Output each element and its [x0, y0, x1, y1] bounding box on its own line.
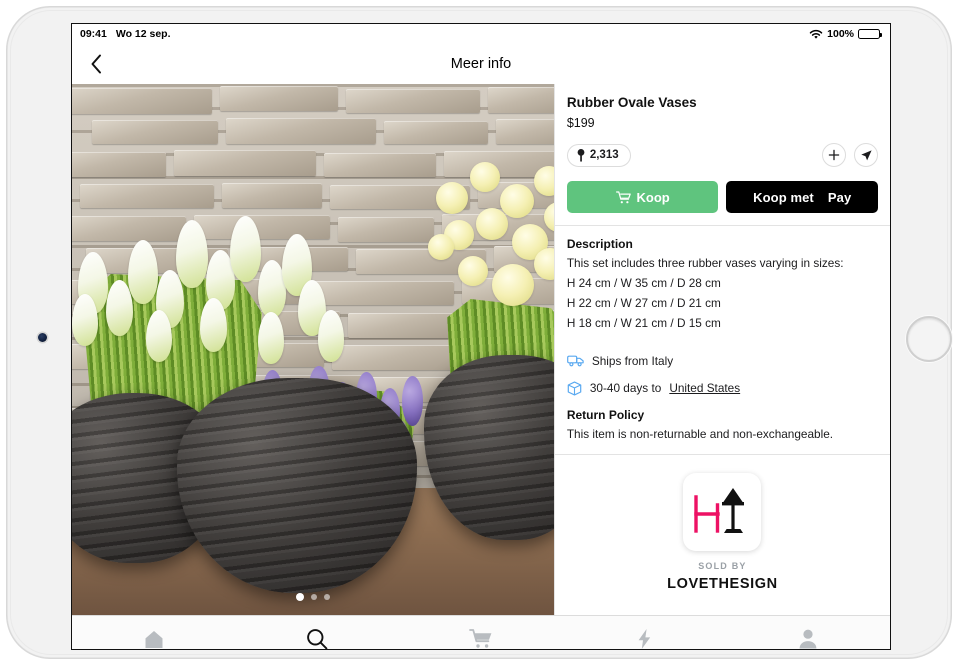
description-heading: Description: [566, 237, 633, 251]
return-policy-text: This item is non-returnable and non-exch…: [566, 426, 834, 441]
box-icon: [567, 381, 582, 396]
gallery-page-dots[interactable]: [72, 593, 554, 601]
buy-button[interactable]: Koop: [566, 181, 719, 213]
status-bar: 09:41 Wo 12 sep. 100%: [72, 24, 890, 44]
sold-by-label: SOLD BY: [698, 560, 747, 571]
description-line: H 24 cm / W 35 cm / D 28 cm: [566, 275, 721, 290]
product-gallery[interactable]: [72, 84, 554, 615]
product-meta-row: 2,313: [566, 143, 878, 167]
front-camera: [38, 333, 47, 342]
cart-icon: [615, 190, 631, 203]
chevron-left-icon: [91, 54, 101, 74]
destination-link[interactable]: United States: [669, 381, 740, 395]
cart-icon: [469, 629, 492, 648]
gallery-dot[interactable]: [310, 594, 317, 600]
delivery-estimate-row: 30-40 days to United States: [567, 381, 878, 396]
tab-cart[interactable]: [399, 616, 563, 649]
return-policy-heading: Return Policy: [566, 407, 645, 422]
description-line: H 22 cm / W 27 cm / D 21 cm: [566, 295, 721, 310]
ships-from-row: Ships from Italy: [566, 353, 878, 368]
seller-logo: [683, 472, 762, 551]
apple-pay-button[interactable]: Koop met Pay: [726, 181, 879, 213]
like-count-badge[interactable]: 2,313: [566, 143, 631, 167]
truck-icon: [566, 355, 584, 367]
product-detail-pane: Rubber Ovale Vases $199 2,313 Koop Koop …: [553, 84, 890, 615]
bolt-icon: [638, 628, 651, 649]
back-button[interactable]: [82, 50, 110, 78]
tab-profile[interactable]: [726, 616, 890, 649]
ipad-device-frame: 09:41 Wo 12 sep. 100% Meer info Rubber O…: [6, 6, 952, 659]
apple-pay-suffix: Pay: [827, 189, 852, 205]
product-photo: [72, 84, 554, 615]
tab-search[interactable]: [236, 616, 400, 649]
product-price: $199: [566, 116, 595, 130]
gallery-dot[interactable]: [295, 593, 304, 601]
product-title: Rubber Ovale Vases: [566, 95, 697, 110]
status-date: Wo 12 sep.: [115, 28, 171, 40]
tab-home[interactable]: [72, 616, 236, 649]
ships-from-label: Ships from Italy: [591, 353, 674, 368]
description-line: H 18 cm / W 21 cm / D 15 cm: [566, 315, 721, 330]
home-icon: [145, 630, 163, 648]
like-count-label: 2,313: [589, 149, 619, 161]
apple-pay-prefix: Koop met: [753, 189, 814, 205]
description-section: Description This set includes three rubb…: [555, 226, 890, 454]
wifi-icon: [809, 29, 823, 40]
page-title: Meer info: [450, 56, 512, 72]
battery-percent: 100%: [827, 28, 854, 40]
delivery-estimate-label: 30-40 days to: [589, 381, 662, 396]
status-time: 09:41: [80, 28, 107, 40]
seller-section[interactable]: SOLD BY LOVETHESIGN: [555, 455, 890, 592]
plus-icon: [828, 149, 840, 161]
search-icon: [307, 628, 328, 649]
add-button[interactable]: [822, 143, 846, 167]
nav-bar: Meer info: [72, 44, 890, 84]
product-action-buttons: [822, 143, 878, 167]
share-button[interactable]: [854, 143, 878, 167]
seller-name[interactable]: LOVETHESIGN: [667, 576, 778, 592]
bottom-tab-bar: [72, 615, 890, 649]
send-icon: [860, 149, 872, 160]
battery-icon: [858, 29, 882, 39]
gallery-dot[interactable]: [323, 594, 330, 600]
pin-icon: [577, 148, 585, 162]
purchase-buttons: Koop Koop met Pay: [566, 181, 879, 213]
product-summary-section: Rubber Ovale Vases $199 2,313 Koop Koop …: [555, 84, 890, 225]
home-button[interactable]: [906, 316, 952, 362]
tab-deals[interactable]: [563, 616, 727, 649]
description-line: This set includes three rubber vases var…: [566, 256, 844, 270]
buy-button-label: Koop: [636, 189, 670, 205]
device-screen: 09:41 Wo 12 sep. 100% Meer info Rubber O…: [71, 23, 891, 650]
person-icon: [799, 629, 817, 649]
chair-and-lamp-logo: [694, 487, 745, 533]
detail-content: Rubber Ovale Vases $199 2,313 Koop Koop …: [72, 84, 890, 615]
